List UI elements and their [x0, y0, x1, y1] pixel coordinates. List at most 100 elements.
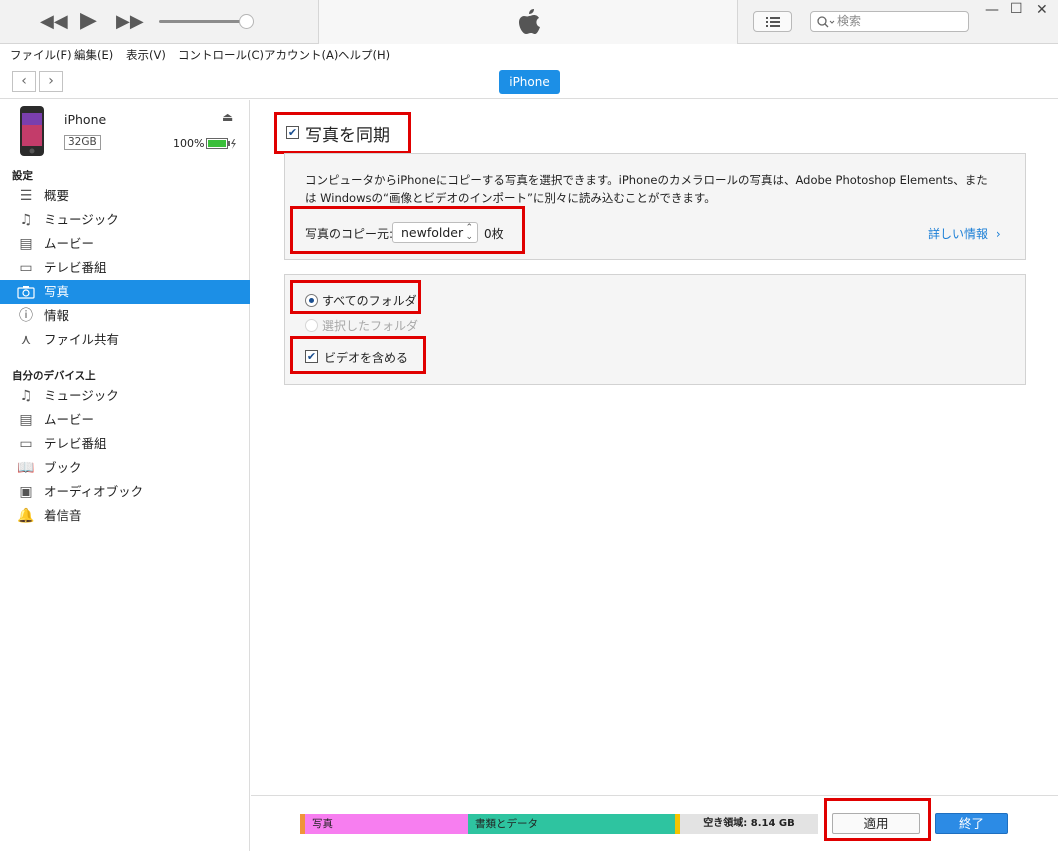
sidebar-item-device-music[interactable]: ♫ ミュージック: [0, 384, 250, 408]
audiobook-icon: ▣: [19, 484, 33, 500]
tv-icon: ▭: [19, 436, 33, 452]
close-icon[interactable]: ✕: [1036, 2, 1048, 18]
sidebar-item-summary[interactable]: ☰ 概要: [0, 184, 250, 208]
sidebar-item-info[interactable]: ⓘ 情報: [0, 304, 250, 328]
sidebar-item-label: ミュージック: [44, 388, 119, 403]
menu-account[interactable]: アカウント(A): [264, 47, 338, 63]
include-videos-label: ビデオを含める: [324, 351, 409, 365]
done-button[interactable]: 終了: [935, 813, 1008, 834]
sidebar-item-label: ファイル共有: [44, 332, 120, 347]
summary-icon: ☰: [19, 188, 33, 204]
more-info-label: 詳しい情報: [928, 227, 989, 241]
play-icon[interactable]: ▶: [80, 10, 97, 32]
volume-knob[interactable]: [239, 14, 254, 29]
sidebar-item-device-books[interactable]: 📖 ブック: [0, 456, 250, 480]
sidebar: iPhone 32GB ⏏ 100% 設定 ☰ 概要 ♫ ミュージック ▤ ムー…: [0, 100, 250, 851]
sidebar-item-movies[interactable]: ▤ ムービー: [0, 232, 250, 256]
chevron-right-icon: ›: [48, 73, 54, 89]
sidebar-item-label: ミュージック: [44, 212, 119, 227]
device-button[interactable]: iPhone: [499, 70, 560, 94]
sidebar-item-music[interactable]: ♫ ミュージック: [0, 208, 250, 232]
storage-segment-documents: 書類とデータ: [468, 814, 675, 834]
device-name: iPhone: [64, 112, 107, 127]
apply-button[interactable]: 適用: [832, 813, 920, 834]
menu-view[interactable]: 表示(V): [126, 47, 166, 63]
include-videos-checkbox[interactable]: ✔: [305, 350, 318, 363]
sidebar-item-tv-shows[interactable]: ▭ テレビ番組: [0, 256, 250, 280]
sidebar-item-label: 着信音: [44, 508, 82, 523]
storage-segment-photos: 写真: [305, 814, 468, 834]
copy-from-label: 写真のコピー元:: [305, 227, 394, 241]
forward-button[interactable]: ›: [39, 71, 63, 92]
sidebar-item-label: テレビ番組: [44, 436, 107, 451]
copy-from-value: newfolder: [401, 225, 464, 240]
status-display: [318, 0, 738, 44]
rewind-icon[interactable]: ◀◀: [40, 13, 68, 31]
sidebar-item-device-movies[interactable]: ▤ ムービー: [0, 408, 250, 432]
film-icon: ▤: [19, 236, 33, 252]
tv-icon: ▭: [19, 260, 33, 276]
all-folders-radio[interactable]: [305, 294, 318, 307]
search-icon: [817, 16, 835, 28]
maximize-icon[interactable]: ☐: [1010, 1, 1023, 17]
storage-label-documents: 書類とデータ: [475, 818, 538, 830]
minimize-icon[interactable]: —: [985, 2, 999, 18]
selected-folders-label: 選択したフォルダ: [322, 319, 419, 333]
menu-edit[interactable]: 編集(E): [74, 47, 113, 63]
menu-controls[interactable]: コントロール(C): [178, 47, 264, 63]
info-icon: ⓘ: [19, 308, 33, 324]
sidebar-item-device-audiobooks[interactable]: ▣ オーディオブック: [0, 480, 250, 504]
sidebar-item-label: ブック: [44, 460, 82, 475]
chevron-right-icon: ›: [995, 227, 1001, 241]
search-field[interactable]: 検索: [810, 11, 969, 32]
sidebar-item-label: 写真: [44, 284, 70, 299]
title-bar: ◀◀ ▶ ▶▶ 検索 — ☐ ✕: [0, 0, 1058, 44]
back-button[interactable]: ‹: [12, 71, 36, 92]
storage-label-free: 空き領域: 8.14 GB: [703, 818, 795, 829]
iphone-device-icon: [20, 106, 44, 156]
menu-help[interactable]: ヘルプ(H): [338, 47, 390, 63]
battery-icon: [206, 138, 236, 149]
sync-photos-checkbox[interactable]: ✔: [286, 126, 299, 139]
description-line-2: は Windowsの“画像とビデオのインポート”に別々に読み込むことができます。: [305, 191, 716, 205]
apple-logo-icon: [519, 9, 540, 34]
selected-folders-radio: [305, 319, 318, 332]
music-icon: ♫: [19, 388, 33, 404]
sidebar-item-device-tv-shows[interactable]: ▭ テレビ番組: [0, 432, 250, 456]
photo-count: 0枚: [484, 227, 504, 241]
sidebar-item-label: テレビ番組: [44, 260, 107, 275]
sync-photos-label: 写真を同期: [305, 126, 390, 146]
camera-icon: [17, 286, 35, 299]
all-folders-label: すべてのフォルダ: [322, 294, 417, 308]
sidebar-item-photos[interactable]: 写真: [0, 280, 250, 304]
volume-slider[interactable]: [159, 20, 247, 23]
film-icon: ▤: [19, 412, 33, 428]
sidebar-item-label: ムービー: [44, 236, 95, 251]
settings-header: 設定: [12, 170, 33, 182]
copy-from-select[interactable]: newfolder ⌃ ⌄: [392, 222, 478, 243]
menu-bar: ファイル(F) 編集(E) 表示(V) コントロール(C) アカウント(A) ヘ…: [0, 44, 1058, 65]
device-capacity-badge: 32GB: [64, 135, 101, 150]
sidebar-item-file-sharing[interactable]: ⋏ ファイル共有: [0, 328, 250, 352]
sidebar-item-device-ringtones[interactable]: 🔔 着信音: [0, 504, 250, 528]
sidebar-item-label: 概要: [44, 188, 70, 203]
list-view-button[interactable]: [753, 11, 792, 32]
description-line-1: コンピュータからiPhoneにコピーする写真を選択できます。iPhoneのカメラ…: [305, 173, 988, 187]
more-info-link[interactable]: 詳しい情報 ›: [928, 225, 1001, 242]
search-placeholder: 検索: [837, 14, 862, 28]
music-icon: ♫: [19, 212, 33, 228]
sidebar-item-label: ムービー: [44, 412, 95, 427]
eject-icon[interactable]: ⏏: [222, 110, 233, 124]
book-icon: 📖: [17, 460, 35, 476]
chevron-left-icon: ‹: [21, 73, 27, 89]
bell-icon: 🔔: [17, 508, 35, 524]
fast-forward-icon[interactable]: ▶▶: [116, 13, 144, 31]
menu-file[interactable]: ファイル(F): [10, 47, 72, 63]
battery-percent: 100%: [173, 137, 205, 150]
file-sharing-icon: ⋏: [20, 332, 32, 348]
list-icon: [766, 17, 780, 27]
updown-chevron-icon: ⌃ ⌄: [465, 223, 473, 242]
on-device-header: 自分のデバイス上: [12, 370, 96, 382]
sidebar-item-label: オーディオブック: [44, 484, 144, 499]
device-header[interactable]: iPhone 32GB ⏏ 100%: [0, 100, 250, 162]
